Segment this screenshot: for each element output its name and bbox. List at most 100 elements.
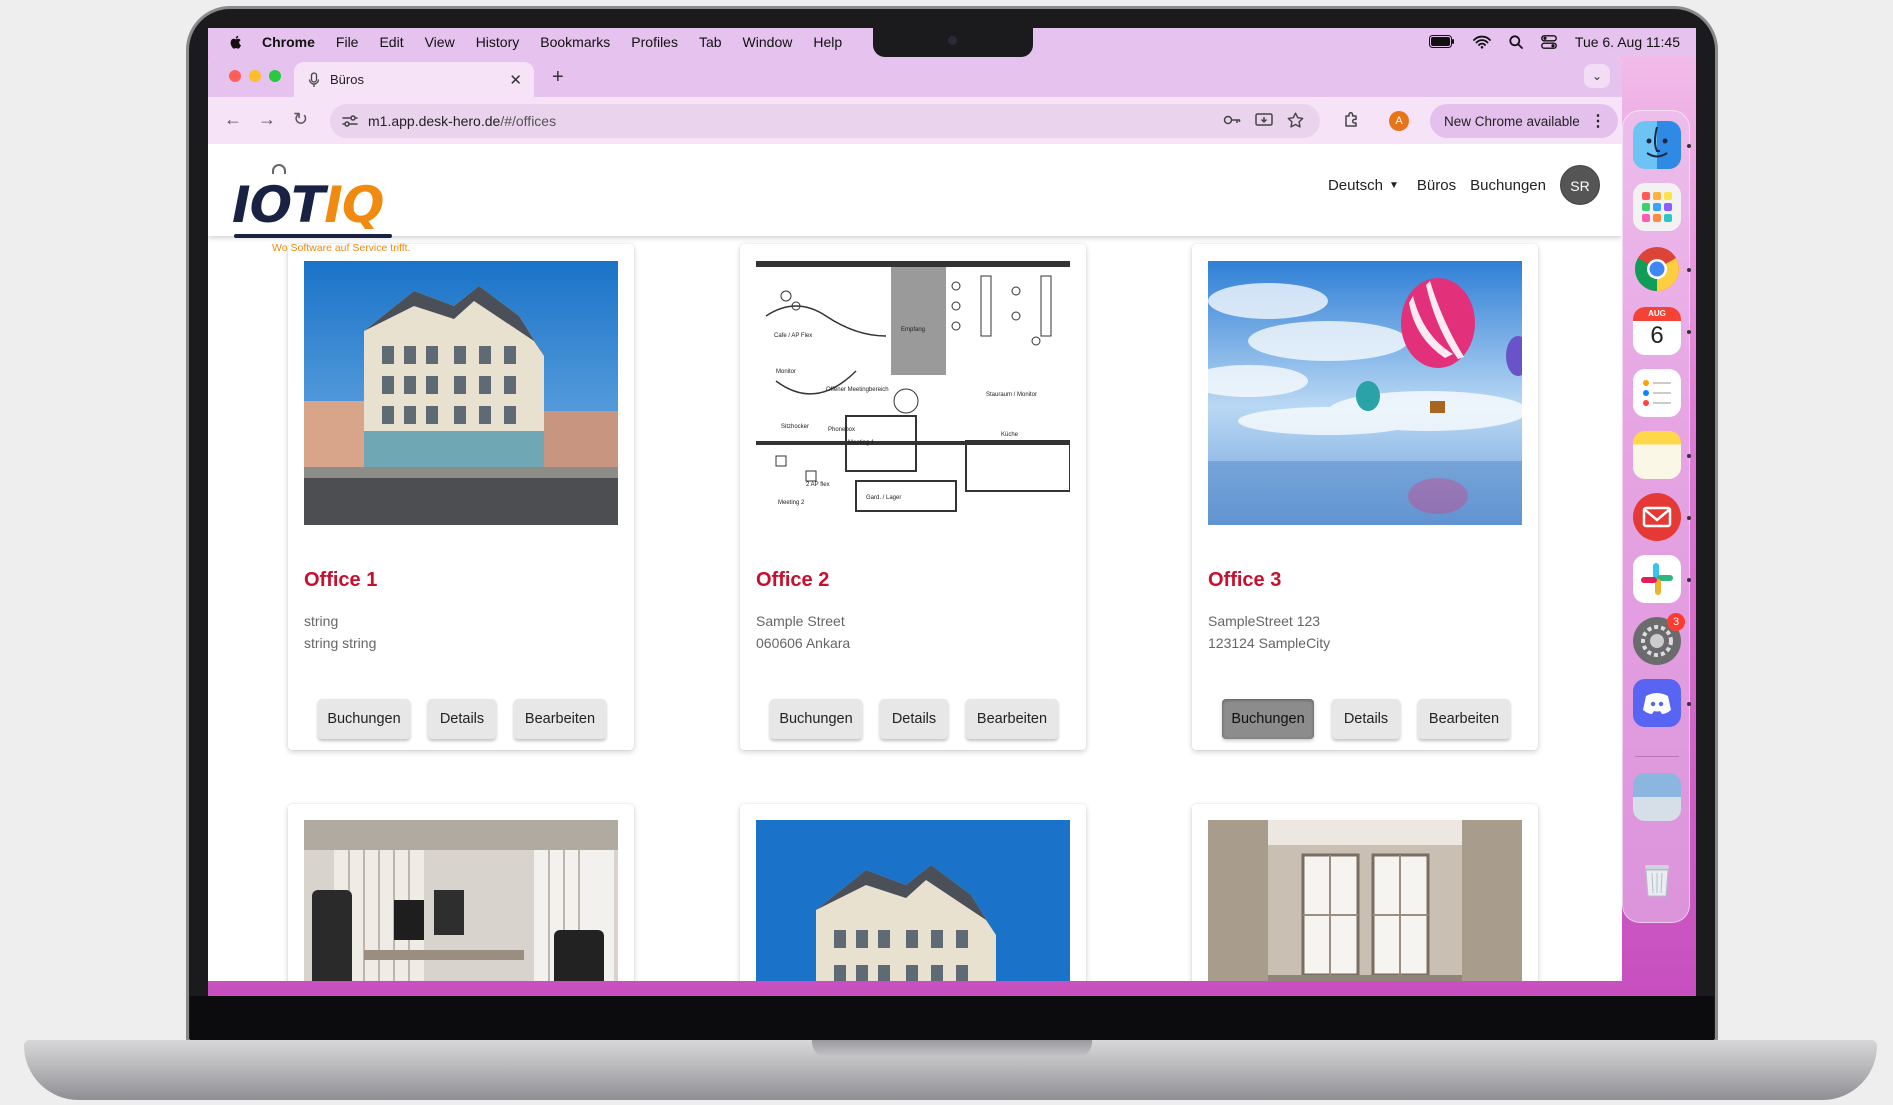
browser-tab-offices[interactable]: Büros ✕ xyxy=(294,62,534,97)
running-indicator xyxy=(1687,330,1691,334)
new-tab-button[interactable]: + xyxy=(552,66,564,89)
launchpad-icon[interactable] xyxy=(1633,183,1681,231)
slack-icon[interactable] xyxy=(1633,555,1681,603)
language-selector[interactable]: Deutsch ▼ xyxy=(1328,177,1399,194)
logo-swoosh xyxy=(234,234,392,238)
system-settings-icon[interactable]: 3 xyxy=(1633,613,1685,665)
menu-window[interactable]: Window xyxy=(743,34,793,50)
floorplan-label-monitor: Monitor xyxy=(776,369,796,375)
floorplan-label-wardrobe: Gard. / Lager xyxy=(866,495,901,501)
mail-icon[interactable] xyxy=(1633,493,1681,541)
profile-avatar[interactable]: A xyxy=(1389,111,1409,131)
office-address-line2: string string xyxy=(304,635,377,651)
preview-icon[interactable] xyxy=(1633,773,1681,821)
spotlight-search-icon[interactable] xyxy=(1509,34,1523,49)
company-logo[interactable]: IOTIQ xyxy=(232,180,384,230)
floorplan-label-cafe: Cafe / AP Flex xyxy=(774,333,812,339)
apple-menu-icon[interactable] xyxy=(228,34,244,50)
close-window-button[interactable] xyxy=(229,70,241,82)
reload-icon[interactable]: ↻ xyxy=(293,109,308,130)
office-address-line1: SampleStreet 123 xyxy=(1208,613,1321,629)
camera-lens xyxy=(948,36,957,45)
notification-badge: 3 xyxy=(1667,613,1685,631)
office-name[interactable]: Office 3 xyxy=(1208,569,1281,592)
office-address: string string string xyxy=(304,610,376,654)
office-image-interior xyxy=(304,820,618,981)
tab-search-chevron-icon[interactable]: ⌄ xyxy=(1584,64,1610,88)
top-navigation: Deutsch ▼ Büros Buchungen SR xyxy=(1328,165,1600,205)
update-label: New Chrome available xyxy=(1444,113,1580,129)
nav-offices-link[interactable]: Büros xyxy=(1417,177,1456,194)
office-image-building xyxy=(756,820,1070,981)
card-actions: Buchungen Details Bearbeiten xyxy=(318,699,606,739)
chrome-update-button[interactable]: New Chrome available ⋮ xyxy=(1430,104,1618,138)
floorplan-label-phonebox: Phonebox xyxy=(828,427,855,433)
user-avatar[interactable]: SR xyxy=(1560,165,1600,205)
url-path: /#/offices xyxy=(500,113,557,129)
bookmark-star-icon[interactable] xyxy=(1287,112,1304,128)
site-settings-icon[interactable] xyxy=(342,114,358,128)
office-address-line2: 060606 Ankara xyxy=(756,635,851,651)
menu-profiles[interactable]: Profiles xyxy=(631,34,678,50)
menu-help[interactable]: Help xyxy=(813,34,842,50)
menu-history[interactable]: History xyxy=(476,34,520,50)
office-address-line1: Sample Street xyxy=(756,613,845,629)
window-controls xyxy=(229,70,281,82)
menu-bookmarks[interactable]: Bookmarks xyxy=(540,34,610,50)
url-host: m1.app.desk-hero.de xyxy=(368,113,501,129)
tab-close-icon[interactable]: ✕ xyxy=(509,71,522,89)
calendar-icon[interactable]: AUG 6 xyxy=(1633,307,1681,355)
menu-tab[interactable]: Tab xyxy=(699,34,722,50)
office-address: SampleStreet 123 123124 SampleCity xyxy=(1208,610,1330,654)
trash-icon[interactable] xyxy=(1633,855,1681,903)
more-menu-icon[interactable]: ⋮ xyxy=(1590,111,1606,131)
tab-title: Büros xyxy=(330,72,364,87)
menu-view[interactable]: View xyxy=(425,34,455,50)
floorplan-label-storage: Stauraum / Monitor xyxy=(986,392,1037,398)
menu-file[interactable]: File xyxy=(336,34,359,50)
bookings-button[interactable]: Buchungen xyxy=(1222,699,1314,739)
menu-edit[interactable]: Edit xyxy=(379,34,403,50)
browser-toolbar: ← → ↻ m1.app.desk-hero.de/#/offices A Ne… xyxy=(208,97,1622,144)
battery-icon[interactable] xyxy=(1428,35,1455,48)
forward-arrow-icon[interactable]: → xyxy=(258,109,276,130)
nav-bookings-link[interactable]: Buchungen xyxy=(1470,177,1546,194)
edit-button[interactable]: Bearbeiten xyxy=(1418,699,1510,739)
extensions-puzzle-icon[interactable] xyxy=(1342,110,1362,130)
floorplan-label-kitchen: Küche xyxy=(1001,432,1019,438)
finder-icon[interactable] xyxy=(1633,121,1681,169)
edit-button[interactable]: Bearbeiten xyxy=(966,699,1058,739)
wifi-icon[interactable] xyxy=(1473,35,1491,49)
office-address: Sample Street 060606 Ankara xyxy=(756,610,850,654)
discord-icon[interactable] xyxy=(1633,679,1681,727)
office-name[interactable]: Office 2 xyxy=(756,569,829,592)
bookings-button[interactable]: Buchungen xyxy=(318,699,410,739)
chrome-icon[interactable] xyxy=(1633,245,1681,293)
control-center-icon[interactable] xyxy=(1541,34,1557,49)
details-button[interactable]: Details xyxy=(1332,699,1400,739)
reminders-icon[interactable] xyxy=(1633,369,1681,417)
notes-icon[interactable] xyxy=(1633,431,1681,479)
office-card-partial xyxy=(740,804,1086,981)
install-app-icon[interactable] xyxy=(1255,112,1273,128)
minimize-window-button[interactable] xyxy=(249,70,261,82)
running-indicator xyxy=(1687,454,1691,458)
office-address-line2: 123124 SampleCity xyxy=(1208,635,1331,651)
menubar-clock[interactable]: Tue 6. Aug 11:45 xyxy=(1575,34,1680,50)
password-key-icon[interactable] xyxy=(1223,112,1241,128)
address-bar[interactable]: m1.app.desk-hero.de/#/offices xyxy=(330,104,1320,138)
bookings-button[interactable]: Buchungen xyxy=(770,699,862,739)
language-label: Deutsch xyxy=(1327,176,1383,194)
logo-iot: IOT xyxy=(232,176,325,234)
omnibox-actions xyxy=(1223,112,1304,128)
office-name[interactable]: Office 1 xyxy=(304,569,377,592)
floorplan-label-stools: Sitzhocker xyxy=(781,424,809,430)
back-arrow-icon[interactable]: ← xyxy=(224,109,242,130)
calendar-month: AUG xyxy=(1633,307,1681,321)
edit-button[interactable]: Bearbeiten xyxy=(514,699,606,739)
details-button[interactable]: Details xyxy=(880,699,948,739)
zoom-window-button[interactable] xyxy=(269,70,281,82)
office-image-building xyxy=(304,261,618,525)
menu-chrome[interactable]: Chrome xyxy=(262,34,315,50)
details-button[interactable]: Details xyxy=(428,699,496,739)
